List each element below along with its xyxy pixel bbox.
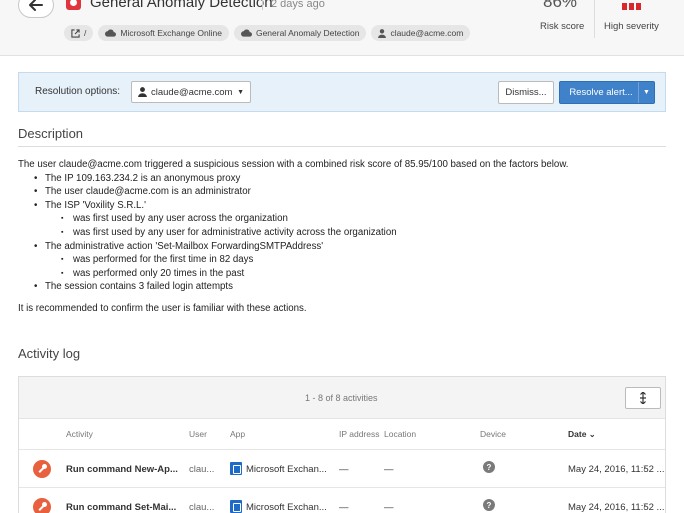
tag-link-label: /: [84, 28, 87, 38]
description-title: Description: [18, 126, 84, 141]
column-header-device[interactable]: Device: [480, 429, 506, 439]
alert-title: General Anomaly Detection: [90, 0, 273, 11]
tag-policy[interactable]: General Anomaly Detection: [233, 25, 367, 41]
column-header-ip[interactable]: IP address: [339, 429, 379, 439]
unknown-device-icon: ?: [483, 461, 495, 473]
resolve-alert-button[interactable]: Resolve alert... ▼: [559, 81, 655, 104]
tag-policy-label: General Anomaly Detection: [255, 28, 360, 38]
activity-count: 1 - 8 of 8 activities: [305, 393, 378, 403]
arrow-left-icon: [29, 0, 43, 11]
column-header-date-label: Date: [568, 429, 587, 439]
external-link-icon: [71, 28, 80, 38]
wrench-icon: [33, 498, 51, 513]
cloud-icon: [240, 29, 252, 37]
row-location: —: [384, 464, 394, 475]
row-user[interactable]: clau...: [189, 464, 214, 475]
row-app[interactable]: Microsoft Exchan...: [246, 464, 327, 475]
anomaly-icon: [66, 0, 81, 10]
header-divider: [594, 0, 595, 38]
description-divider: [18, 146, 666, 147]
chevron-down-icon: ⌄: [588, 430, 596, 439]
exchange-icon: [230, 462, 242, 475]
row-activity[interactable]: Run command New-Ap...: [66, 464, 178, 475]
tag-user[interactable]: claude@acme.com: [371, 25, 471, 41]
chevron-down-icon: ▼: [237, 88, 244, 96]
description-recommendation: It is recommended to confirm the user is…: [18, 302, 307, 314]
alert-time-ago: 2 days ago: [262, 0, 325, 10]
alert-header: General Anomaly Detection 2 days ago / M…: [0, 0, 684, 56]
description-intro: The user claude@acme.com triggered a sus…: [18, 159, 569, 170]
chevron-right-icon[interactable]: ›: [643, 500, 647, 512]
severity-icon: [622, 3, 641, 10]
exchange-icon: [230, 500, 242, 513]
dismiss-button[interactable]: Dismiss...: [498, 81, 554, 104]
resolution-user-select[interactable]: claude@acme.com ▼: [131, 81, 251, 103]
resolve-alert-label: Resolve alert...: [569, 87, 633, 98]
row-ip: —: [339, 464, 349, 475]
risk-score-label: Risk score: [540, 21, 585, 32]
factor-subitem: was performed only 20 times in the past: [18, 267, 658, 281]
wrench-icon: [33, 460, 51, 478]
activity-table-toolbar: 1 - 8 of 8 activities: [19, 377, 665, 419]
row-user[interactable]: clau...: [189, 502, 214, 513]
table-row[interactable]: Run command Set-Mai... clau... Microsoft…: [19, 487, 665, 513]
back-button[interactable]: [18, 0, 54, 18]
row-app[interactable]: Microsoft Exchan...: [246, 502, 327, 513]
user-icon: [138, 87, 147, 97]
chevron-down-icon: ▼: [643, 89, 650, 96]
description-factors: The IP 109.163.234.2 is an anonymous pro…: [18, 172, 658, 294]
expand-vertical-icon: [640, 392, 646, 404]
column-header-date[interactable]: Date ⌄: [568, 429, 596, 439]
column-header-activity[interactable]: Activity: [66, 429, 93, 439]
risk-score-value: 86%: [543, 0, 578, 11]
column-header-user[interactable]: User: [189, 429, 207, 439]
tag-user-label: claude@acme.com: [390, 28, 464, 38]
factor-item: The ISP 'Voxility S.R.L.': [18, 199, 658, 213]
row-ip: —: [339, 502, 349, 513]
activity-log-title: Activity log: [18, 346, 81, 361]
tag-app-label: Microsoft Exchange Online: [120, 28, 222, 38]
factor-subitem: was first used by any user across the or…: [18, 212, 658, 226]
row-location: —: [384, 502, 394, 513]
resolve-dropdown-toggle[interactable]: ▼: [638, 82, 654, 103]
table-row[interactable]: Run command New-Ap... clau... Microsoft …: [19, 449, 665, 487]
factor-item: The user claude@acme.com is an administr…: [18, 185, 658, 199]
tag-link[interactable]: /: [64, 25, 94, 41]
alert-tags: / Microsoft Exchange Online General Anom…: [64, 25, 471, 41]
factor-item: The IP 109.163.234.2 is an anonymous pro…: [18, 172, 658, 186]
cloud-icon: [105, 29, 117, 37]
column-header-app[interactable]: App: [230, 429, 245, 439]
row-activity[interactable]: Run command Set-Mai...: [66, 502, 176, 513]
tag-app[interactable]: Microsoft Exchange Online: [98, 25, 229, 41]
row-date: May 24, 2016, 11:52 ...: [568, 464, 665, 475]
resolution-user-value: claude@acme.com: [151, 86, 233, 98]
column-header-location[interactable]: Location: [384, 429, 416, 439]
row-date: May 24, 2016, 11:52 ...: [568, 502, 665, 513]
factor-item: The session contains 3 failed login atte…: [18, 280, 658, 294]
user-icon: [378, 28, 387, 38]
resolution-bar: Resolution options: claude@acme.com ▼ Di…: [18, 72, 666, 112]
factor-item: The administrative action 'Set-Mailbox F…: [18, 240, 658, 254]
factor-subitem: was performed for the first time in 82 d…: [18, 253, 658, 267]
unknown-device-icon: ?: [483, 499, 495, 511]
severity-label: High severity: [604, 21, 659, 32]
expand-rows-button[interactable]: [625, 387, 661, 409]
activity-table: 1 - 8 of 8 activities Activity User App …: [18, 376, 666, 513]
chevron-right-icon[interactable]: ›: [643, 462, 647, 474]
factor-subitem: was first used by any user for administr…: [18, 226, 658, 240]
resolution-label: Resolution options:: [35, 86, 121, 97]
description-body: The user claude@acme.com triggered a sus…: [18, 158, 658, 316]
